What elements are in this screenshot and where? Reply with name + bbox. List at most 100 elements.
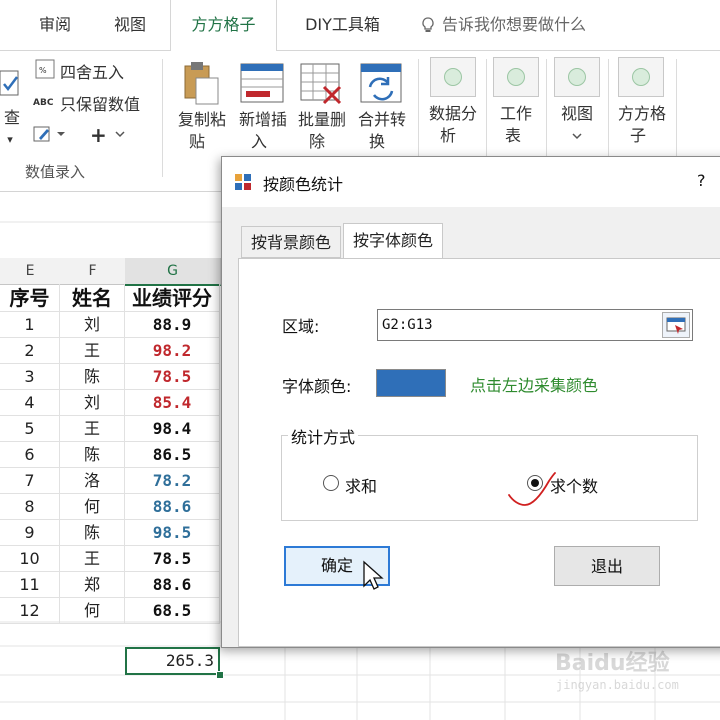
- table-header-cell[interactable]: 业绩评分: [125, 284, 220, 312]
- serial-cell[interactable]: 9: [0, 520, 60, 546]
- dialog-title: 按颜色统计: [263, 175, 344, 194]
- tab-fangfang[interactable]: 方方格子: [170, 0, 277, 51]
- partial-button-arrow: ▾: [7, 133, 13, 146]
- merge-icon: [360, 63, 402, 103]
- score-cell[interactable]: 98.4: [125, 416, 220, 442]
- name-cell[interactable]: 何: [60, 494, 125, 520]
- add-insert-label: 新增插: [238, 110, 287, 129]
- count-by-color-dialog: 按颜色统计 ? 按背景颜色 按字体颜色 区域: G2:G13 字体颜色: 点击左…: [221, 156, 720, 648]
- column-header-e[interactable]: E: [0, 258, 61, 285]
- range-input[interactable]: G2:G13: [377, 309, 693, 341]
- table-header-cell[interactable]: 姓名: [60, 284, 125, 312]
- keep-values-button[interactable]: 只保留数值: [60, 91, 140, 115]
- score-cell[interactable]: 68.5: [125, 598, 220, 624]
- name-cell[interactable]: 陈: [60, 520, 125, 546]
- name-cell[interactable]: 刘: [60, 390, 125, 416]
- serial-cell[interactable]: 4: [0, 390, 60, 416]
- round-button[interactable]: 四舍五入: [60, 59, 124, 83]
- serial-cell[interactable]: 7: [0, 468, 60, 494]
- fangfang-icon: [618, 57, 664, 97]
- serial-cell[interactable]: 5: [0, 416, 60, 442]
- round-icon: %: [35, 59, 55, 79]
- ribbon-tab-bar: 审阅 视图 方方格子 DIY工具箱 告诉我你想要做什么: [0, 0, 720, 51]
- score-cell[interactable]: 88.6: [125, 494, 220, 520]
- red-annotation-mark: [508, 472, 556, 506]
- range-picker-button[interactable]: [662, 312, 690, 338]
- name-cell[interactable]: 洛: [60, 468, 125, 494]
- score-cell[interactable]: 85.4: [125, 390, 220, 416]
- table-header-cell[interactable]: 序号: [0, 284, 60, 312]
- delete-grid-icon: [300, 63, 342, 105]
- name-cell[interactable]: 王: [60, 416, 125, 442]
- serial-cell[interactable]: 10: [0, 546, 60, 572]
- sum-result-cell[interactable]: 265.3: [125, 647, 220, 675]
- name-cell[interactable]: 郑: [60, 572, 125, 598]
- score-cell[interactable]: 88.9: [125, 312, 220, 338]
- chevron-down-icon: [115, 131, 125, 138]
- score-cell[interactable]: 86.5: [125, 442, 220, 468]
- score-cell[interactable]: 98.2: [125, 338, 220, 364]
- name-cell[interactable]: 陈: [60, 442, 125, 468]
- partial-button-label[interactable]: 查: [0, 107, 24, 129]
- sum-radio[interactable]: [323, 475, 339, 491]
- serial-cell[interactable]: 6: [0, 442, 60, 468]
- font-color-swatch[interactable]: [376, 369, 446, 397]
- fill-handle[interactable]: [216, 671, 224, 679]
- svg-text:ABC: ABC: [33, 98, 54, 108]
- serial-cell[interactable]: 1: [0, 312, 60, 338]
- sum-option-label[interactable]: 求和: [345, 473, 377, 497]
- tab-diy[interactable]: DIY工具箱: [290, 0, 395, 50]
- exit-button[interactable]: 退出: [554, 546, 660, 586]
- fangfang-label-2: 子: [629, 126, 646, 145]
- name-cell[interactable]: 王: [60, 546, 125, 572]
- name-cell[interactable]: 何: [60, 598, 125, 624]
- insert-rows-icon: [240, 63, 284, 103]
- chevron-down-icon: [572, 133, 582, 140]
- tab-view[interactable]: 视图: [95, 0, 165, 50]
- view-label: 视图: [560, 104, 593, 123]
- copy-paste-label-2: 贴: [188, 132, 205, 151]
- fangfang-label: 方方格: [617, 104, 666, 123]
- group-caption-value-entry: 数值录入: [25, 163, 86, 181]
- merge-convert-label-2: 换: [368, 132, 385, 151]
- view-icon: [554, 57, 600, 97]
- column-header-f[interactable]: F: [60, 258, 126, 285]
- tab-font-color[interactable]: 按字体颜色: [343, 223, 444, 259]
- batch-delete-label-2: 除: [308, 132, 325, 151]
- serial-cell[interactable]: 8: [0, 494, 60, 520]
- merge-convert-label: 合并转: [357, 110, 406, 129]
- score-cell[interactable]: 78.5: [125, 364, 220, 390]
- serial-cell[interactable]: 2: [0, 338, 60, 364]
- help-button[interactable]: ?: [697, 171, 706, 190]
- ribbon-separator: [162, 59, 163, 177]
- name-cell[interactable]: 陈: [60, 364, 125, 390]
- score-cell[interactable]: 78.5: [125, 546, 220, 572]
- tab-background-color[interactable]: 按背景颜色: [241, 226, 342, 258]
- score-cell[interactable]: 78.2: [125, 468, 220, 494]
- name-cell[interactable]: 王: [60, 338, 125, 364]
- plus-button[interactable]: +: [90, 123, 107, 147]
- tell-me-box[interactable]: 告诉我你想要做什么: [420, 0, 586, 50]
- serial-cell[interactable]: 11: [0, 572, 60, 598]
- copy-paste-label: 复制粘: [177, 110, 226, 129]
- tab-review[interactable]: 审阅: [25, 0, 85, 50]
- app-icon: [235, 174, 251, 190]
- worksheet-icon: [493, 57, 539, 97]
- worksheet-label-2: 表: [504, 126, 521, 145]
- data-analysis-label-2: 析: [439, 126, 456, 145]
- watermark-url: jingyan.baidu.com: [556, 678, 679, 692]
- score-cell[interactable]: 88.6: [125, 572, 220, 598]
- name-cell[interactable]: 刘: [60, 312, 125, 338]
- font-color-label: 字体颜色:: [282, 377, 352, 396]
- method-legend: 统计方式: [288, 424, 359, 448]
- watermark: Baidu经验: [555, 651, 670, 676]
- abc-icon: ABC: [33, 98, 54, 108]
- serial-cell[interactable]: 3: [0, 364, 60, 390]
- serial-cell[interactable]: 12: [0, 598, 60, 624]
- column-header-g[interactable]: G: [125, 258, 221, 286]
- add-insert-label-2: 入: [250, 132, 267, 151]
- edit-icon: [33, 126, 65, 142]
- dialog-titlebar[interactable]: 按颜色统计 ?: [222, 157, 720, 207]
- score-cell[interactable]: 98.5: [125, 520, 220, 546]
- worksheet-label: 工作: [499, 104, 532, 123]
